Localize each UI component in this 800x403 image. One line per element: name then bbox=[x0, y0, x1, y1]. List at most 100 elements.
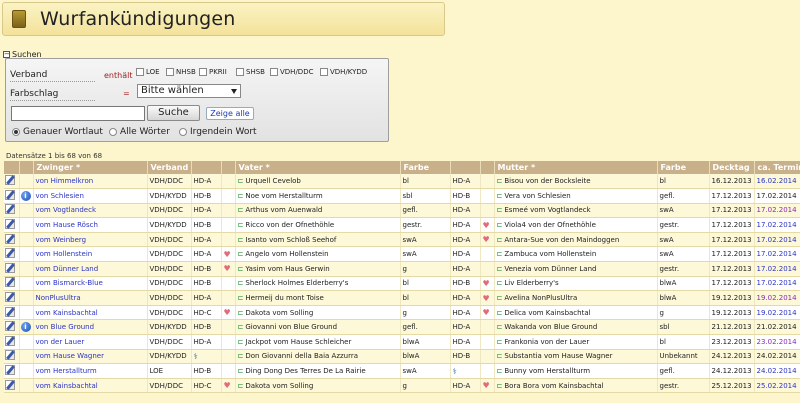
mutter-cell[interactable]: ⊏ Esmeé vom Vogtlandeck bbox=[494, 203, 658, 219]
edit-cell[interactable] bbox=[4, 334, 20, 350]
vater-cell[interactable]: ⊏ Hermeij du mont Toise bbox=[235, 290, 401, 306]
mutter-cell[interactable]: ⊏ Antara-Sue von den Maindoggen bbox=[494, 232, 658, 248]
pedigree-icon[interactable]: ⊏ bbox=[497, 177, 503, 185]
vater-cell[interactable]: ⊏ Angelo vom Hollenstein bbox=[235, 246, 401, 263]
vater-cell[interactable]: ⊏ Urquell Cevelob bbox=[235, 174, 401, 190]
header-mutter[interactable]: Mutter * bbox=[494, 161, 658, 174]
zwinger-link[interactable]: vom Herstallturm bbox=[33, 363, 148, 379]
radio-exact[interactable]: Genauer Wortlaut bbox=[12, 127, 103, 137]
collapse-minus-icon[interactable]: − bbox=[3, 51, 10, 58]
edit-cell[interactable] bbox=[4, 363, 20, 379]
pedigree-icon[interactable]: ⊏ bbox=[238, 206, 244, 214]
pedigree-icon[interactable]: ⊏ bbox=[238, 250, 244, 258]
edit-cell[interactable] bbox=[4, 305, 20, 321]
header-termin[interactable]: ca. Termin bbox=[754, 161, 800, 174]
edit-icon[interactable] bbox=[5, 365, 15, 376]
pedigree-icon[interactable]: ⊏ bbox=[238, 382, 244, 390]
checkbox-box[interactable] bbox=[236, 68, 244, 76]
zwinger-link[interactable]: vom Kainsbachtal bbox=[33, 305, 148, 321]
edit-cell[interactable] bbox=[4, 290, 20, 306]
edit-icon[interactable] bbox=[5, 321, 15, 332]
vater-cell[interactable]: ⊏ Arthus vom Auenwald bbox=[235, 203, 401, 219]
pedigree-icon[interactable]: ⊏ bbox=[497, 338, 503, 346]
radio-any-word[interactable]: Irgendein Wort bbox=[179, 127, 257, 137]
vater-cell[interactable]: ⊏ Noe vom Herstallturm bbox=[235, 188, 401, 204]
edit-cell[interactable] bbox=[4, 232, 20, 248]
pedigree-icon[interactable]: ⊏ bbox=[238, 338, 244, 346]
pedigree-icon[interactable]: ⊏ bbox=[238, 192, 244, 200]
edit-icon[interactable] bbox=[5, 262, 15, 273]
edit-cell[interactable] bbox=[4, 188, 20, 204]
pedigree-icon[interactable]: ⊏ bbox=[497, 192, 503, 200]
edit-icon[interactable] bbox=[5, 350, 15, 361]
checkbox-vdh-kydd[interactable]: VDH/KYDD bbox=[320, 68, 367, 76]
pedigree-icon[interactable]: ⊏ bbox=[238, 279, 244, 287]
pedigree-icon[interactable]: ⊏ bbox=[238, 352, 244, 360]
vater-cell[interactable]: ⊏ Dakota vom Solling bbox=[235, 305, 401, 321]
pedigree-icon[interactable]: ⊏ bbox=[238, 221, 244, 229]
mutter-cell[interactable]: ⊏ Bora Bora vom Kainsbachtal bbox=[494, 378, 658, 394]
vater-cell[interactable]: ⊏ Jackpot vom Hause Schleicher bbox=[235, 334, 401, 350]
header-verband[interactable]: Verband bbox=[147, 161, 192, 174]
zwinger-link[interactable]: vom Kainsbachtal bbox=[33, 378, 148, 394]
radio-dot[interactable] bbox=[12, 128, 20, 136]
edit-icon[interactable] bbox=[5, 233, 15, 244]
header-farbe-mutter[interactable]: Farbe bbox=[657, 161, 710, 174]
edit-cell[interactable] bbox=[4, 246, 20, 263]
mutter-cell[interactable]: ⊏ Viola4 von der Ofnethöhle bbox=[494, 217, 658, 233]
info-icon[interactable]: i bbox=[20, 322, 31, 333]
pedigree-icon[interactable]: ⊏ bbox=[497, 221, 503, 229]
search-input[interactable] bbox=[11, 106, 145, 121]
info-icon[interactable]: i bbox=[20, 190, 31, 201]
pedigree-icon[interactable]: ⊏ bbox=[238, 236, 244, 244]
vater-cell[interactable]: ⊏ Don Giovanni della Baia Azzurra bbox=[235, 349, 401, 365]
mutter-cell[interactable]: ⊏ Delica vom Kainsbachtal bbox=[494, 305, 658, 321]
zwinger-link[interactable]: vom Hollenstein bbox=[33, 246, 148, 263]
edit-cell[interactable] bbox=[4, 276, 20, 292]
zwinger-link[interactable]: vom Hause Rösch bbox=[33, 217, 148, 233]
edit-icon[interactable] bbox=[5, 204, 15, 215]
pedigree-icon[interactable]: ⊏ bbox=[238, 294, 244, 302]
pedigree-icon[interactable]: ⊏ bbox=[238, 309, 244, 317]
zwinger-link[interactable]: vom Bismarck-Blue bbox=[33, 276, 148, 292]
pedigree-icon[interactable]: ⊏ bbox=[497, 279, 503, 287]
vater-cell[interactable]: ⊏ Yasim vom Haus Gerwin bbox=[235, 261, 401, 277]
edit-icon[interactable] bbox=[5, 379, 15, 390]
checkbox-box[interactable] bbox=[270, 68, 278, 76]
header-farbe-vater[interactable]: Farbe bbox=[400, 161, 451, 174]
header-decktag[interactable]: Decktag bbox=[709, 161, 755, 174]
mutter-cell[interactable]: ⊏ Frankonia von der Lauer bbox=[494, 334, 658, 350]
zwinger-link[interactable]: vom Weinberg bbox=[33, 232, 148, 248]
info-cell[interactable]: i bbox=[19, 188, 34, 204]
mutter-cell[interactable]: ⊏ Bisou von der Bocksleite bbox=[494, 174, 658, 190]
checkbox-box[interactable] bbox=[166, 68, 174, 76]
radio-dot[interactable] bbox=[109, 128, 117, 136]
vater-cell[interactable]: ⊏ Giovanni von Blue Ground bbox=[235, 319, 401, 336]
mutter-cell[interactable]: ⊏ Avelina NonPlusUltra bbox=[494, 290, 658, 306]
mutter-cell[interactable]: ⊏ Venezia vom Dünner Land bbox=[494, 261, 658, 277]
edit-icon[interactable] bbox=[5, 248, 15, 259]
checkbox-loe[interactable]: LOE bbox=[136, 68, 160, 76]
pedigree-icon[interactable]: ⊏ bbox=[497, 309, 503, 317]
checkbox-box[interactable] bbox=[136, 68, 144, 76]
edit-cell[interactable] bbox=[4, 349, 20, 365]
zwinger-link[interactable]: NonPlusUltra bbox=[33, 290, 148, 306]
farbschlag-select[interactable]: Bitte wählen bbox=[137, 84, 241, 98]
vater-cell[interactable]: ⊏ Dakota vom Solling bbox=[235, 378, 401, 394]
info-cell[interactable]: i bbox=[19, 319, 34, 336]
pedigree-icon[interactable]: ⊏ bbox=[238, 265, 244, 273]
vater-cell[interactable]: ⊏ Isanto vom Schloß Seehof bbox=[235, 232, 401, 248]
edit-icon[interactable] bbox=[5, 306, 15, 317]
pedigree-icon[interactable]: ⊏ bbox=[497, 323, 503, 331]
checkbox-shsb[interactable]: SHSB bbox=[236, 68, 265, 76]
vater-cell[interactable]: ⊏ Ding Dong Des Terres De La Rairie bbox=[235, 363, 401, 379]
edit-cell[interactable] bbox=[4, 217, 20, 233]
mutter-cell[interactable]: ⊏ Zambuca vom Hollenstein bbox=[494, 246, 658, 263]
zwinger-link[interactable]: vom Hause Wagner bbox=[33, 349, 148, 365]
edit-cell[interactable] bbox=[4, 319, 20, 336]
edit-icon[interactable] bbox=[5, 219, 15, 230]
edit-icon[interactable] bbox=[5, 175, 15, 186]
pedigree-icon[interactable]: ⊏ bbox=[497, 250, 503, 258]
mutter-cell[interactable]: ⊏ Liv Elderberry's bbox=[494, 276, 658, 292]
edit-icon[interactable] bbox=[5, 292, 15, 303]
